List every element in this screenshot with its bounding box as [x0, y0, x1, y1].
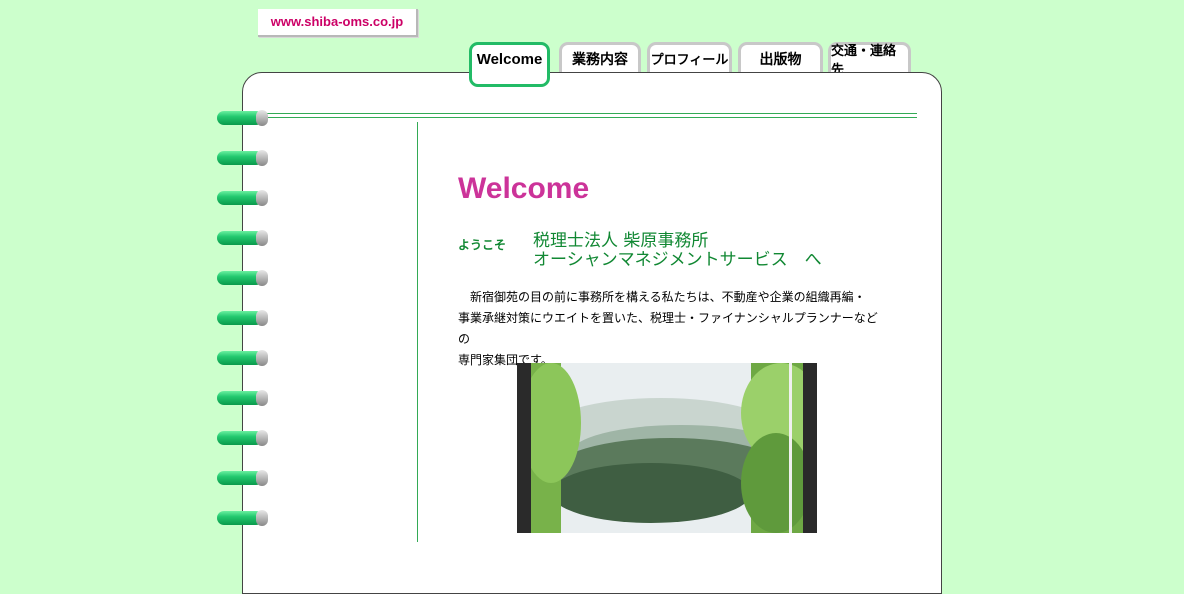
binder-ring-icon [217, 110, 268, 126]
tab-welcome[interactable]: Welcome [469, 42, 550, 87]
park-photo [517, 363, 817, 533]
binder-ring-icon [217, 310, 268, 326]
binder-ring-icon [217, 270, 268, 286]
header-rule-bottom [267, 117, 917, 118]
intro-paragraph: 新宿御苑の目の前に事務所を構える私たちは、不動産や企業の組織再編・ 事業承継対策… [458, 287, 878, 371]
binder-ring-icon [217, 190, 268, 206]
binder-ring-icon [217, 350, 268, 366]
firm-name-line1: 税理士法人 柴原事務所 [533, 231, 709, 251]
binder-ring-icon [217, 230, 268, 246]
tab-access-contact[interactable]: 交通・連絡先 [828, 42, 911, 78]
intro-line: 新宿御苑の目の前に事務所を構える私たちは、不動産や企業の組織再編・ [458, 290, 866, 304]
site-logo-link[interactable]: www.shiba-oms.co.jp [258, 9, 418, 37]
greeting-label: ようこそ [458, 238, 507, 252]
binder-ring-icon [217, 150, 268, 166]
firm-name: 税理士法人 柴原事務所 オーシャンマネジメントサービス へ [533, 232, 822, 270]
tab-publications[interactable]: 出版物 [738, 42, 823, 72]
park-photo-image [531, 363, 803, 533]
header-rule-top [267, 113, 917, 114]
tab-services[interactable]: 業務内容 [559, 42, 641, 72]
binder-ring-icon [217, 510, 268, 526]
page-title: Welcome [458, 172, 590, 205]
tab-profile[interactable]: プロフィール [647, 42, 732, 72]
sidebar-divider [417, 122, 418, 542]
binder-ring-icon [217, 430, 268, 446]
binder-ring-icon [217, 390, 268, 406]
firm-name-line2: オーシャンマネジメントサービス へ [533, 250, 822, 270]
binder-ring-icon [217, 470, 268, 486]
intro-line: 事業承継対策にウエイトを置いた、税理士・ファイナンシャルプランナーなどの [458, 311, 878, 346]
